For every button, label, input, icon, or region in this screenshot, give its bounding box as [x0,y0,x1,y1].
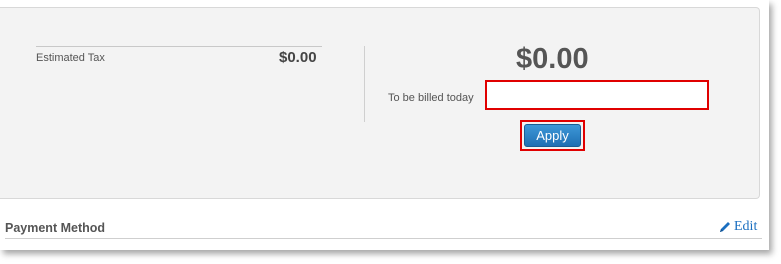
edit-payment-link[interactable]: Edit [718,219,757,235]
edit-label: Edit [734,219,758,234]
apply-button[interactable]: Apply [524,124,581,147]
vertical-divider [364,46,365,122]
tax-divider [36,46,322,47]
pencil-icon [718,220,732,234]
checkout-frame: Estimated Tax $0.00 $0.00 To be billed t… [0,0,769,250]
total-amount: $0.00 [516,43,589,75]
payment-method-title: Payment Method [5,221,106,235]
billed-today-input[interactable] [485,80,709,110]
payment-method-divider [5,238,762,239]
billed-today-label: To be billed today [388,92,474,104]
estimated-tax-value: $0.00 [279,49,317,66]
estimated-tax-label: Estimated Tax [36,52,105,64]
apply-button-highlight: Apply [520,120,585,151]
